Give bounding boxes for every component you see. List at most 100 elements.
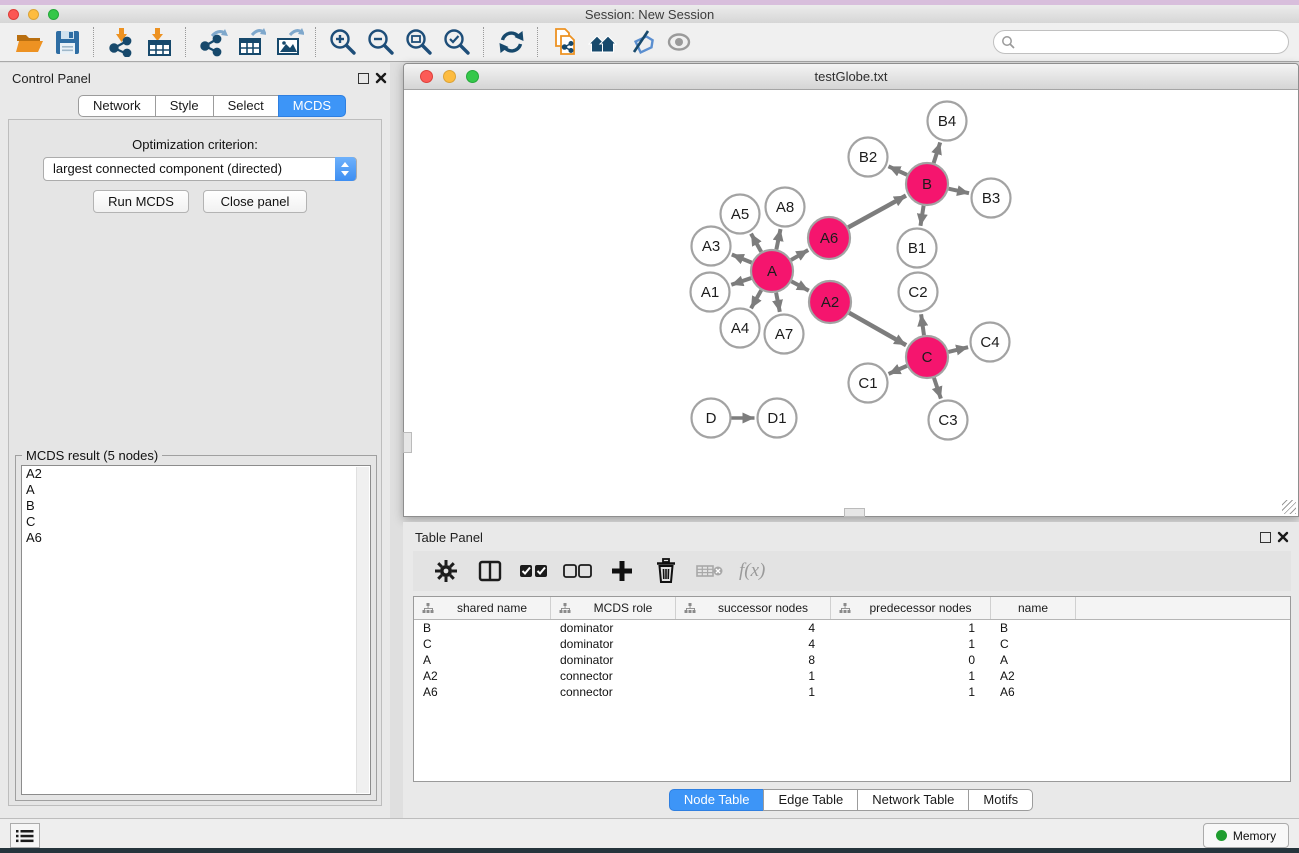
table-row[interactable]: Adominator80A [414, 652, 1290, 668]
graph-node-B4[interactable]: B4 [928, 102, 967, 141]
insert-column-icon[interactable] [475, 556, 505, 586]
graph-edge-A-A7[interactable] [776, 293, 780, 312]
eye-icon[interactable] [660, 25, 698, 59]
list-scrollbar-track[interactable] [356, 467, 369, 793]
close-panel-button[interactable]: Close panel [203, 190, 307, 213]
add-row-icon[interactable] [607, 556, 637, 586]
graph-node-B2[interactable]: B2 [849, 138, 888, 177]
export-network-icon[interactable] [194, 25, 232, 59]
table-row[interactable]: A6connector11A6 [414, 684, 1290, 700]
search-input[interactable] [993, 30, 1289, 54]
graph-node-A[interactable]: A [751, 250, 793, 292]
mcds-result-list[interactable]: A2ABCA6 [21, 465, 371, 795]
graph-edge-A-A6[interactable] [791, 250, 808, 260]
zoom-fit-icon[interactable] [400, 25, 438, 59]
export-image-icon[interactable] [270, 25, 308, 59]
delete-row-trash-icon[interactable] [651, 556, 681, 586]
graph-edge-A2-C[interactable] [849, 313, 906, 345]
mcds-result-item[interactable]: A2 [22, 466, 370, 482]
mcds-result-item[interactable]: B [22, 498, 370, 514]
graph-edge-A6-B[interactable] [848, 196, 906, 228]
graph-node-A7[interactable]: A7 [765, 315, 804, 354]
graph-edge-A-A2[interactable] [791, 281, 808, 290]
column-header-predecessor-nodes[interactable]: predecessor nodes [831, 597, 991, 619]
import-network-icon[interactable] [102, 25, 140, 59]
run-mcds-button[interactable]: Run MCDS [93, 190, 189, 213]
close-panel-icon[interactable] [375, 71, 387, 83]
window-bottom-grip[interactable] [844, 508, 865, 517]
graph-edge-A-A5[interactable] [751, 234, 761, 252]
table-row[interactable]: Bdominator41B [414, 620, 1290, 636]
graph-node-A2[interactable]: A2 [809, 281, 851, 323]
graph-node-B1[interactable]: B1 [898, 229, 937, 268]
mcds-result-item[interactable]: C [22, 514, 370, 530]
graph-edge-B-B3[interactable] [948, 189, 969, 193]
mcds-result-item[interactable]: A [22, 482, 370, 498]
column-header-name[interactable]: name [991, 597, 1076, 619]
criterion-dropdown[interactable]: largest connected component (directed) [43, 157, 357, 181]
graph-node-B[interactable]: B [906, 163, 948, 205]
memory-button[interactable]: Memory [1203, 823, 1289, 848]
graph-node-C[interactable]: C [906, 336, 948, 378]
zoom-in-icon[interactable] [324, 25, 362, 59]
task-history-button[interactable] [10, 823, 40, 848]
network-window-titlebar[interactable]: testGlobe.txt [404, 64, 1298, 90]
graph-edge-C-C3[interactable] [934, 378, 941, 399]
zoom-out-icon[interactable] [362, 25, 400, 59]
import-table-icon[interactable] [140, 25, 178, 59]
network-graph-canvas[interactable]: B4B2BB3A8A5A6A3B1AA1C2A2A4A7C4CC1C3DD1 [404, 89, 1298, 516]
hide-graphics-details-icon[interactable] [622, 25, 660, 59]
window-left-grip[interactable] [403, 432, 412, 453]
float-panel-icon[interactable] [1260, 532, 1271, 543]
tab-motifs[interactable]: Motifs [968, 789, 1033, 811]
graph-node-C1[interactable]: C1 [849, 364, 888, 403]
open-file-icon[interactable] [10, 25, 48, 59]
graph-node-C3[interactable]: C3 [929, 401, 968, 440]
graph-node-A8[interactable]: A8 [766, 188, 805, 227]
table-settings-gear-icon[interactable] [431, 556, 461, 586]
graph-node-C4[interactable]: C4 [971, 323, 1010, 362]
export-table-icon[interactable] [232, 25, 270, 59]
table-row[interactable]: Cdominator41C [414, 636, 1290, 652]
graph-node-D1[interactable]: D1 [758, 399, 797, 438]
graph-node-A5[interactable]: A5 [721, 195, 760, 234]
column-header-MCDS-role[interactable]: MCDS role [551, 597, 676, 619]
graph-edge-C-C4[interactable] [948, 347, 968, 352]
save-session-icon[interactable] [48, 25, 86, 59]
tab-mcds[interactable]: MCDS [278, 95, 346, 117]
window-resize-grip[interactable] [1282, 500, 1296, 514]
graph-edge-B-B4[interactable] [934, 142, 941, 163]
mcds-result-item[interactable]: A6 [22, 530, 370, 546]
graph-edge-A-A4[interactable] [751, 290, 761, 308]
graph-edge-A-A3[interactable] [732, 255, 752, 263]
column-header-shared-name[interactable]: shared name [414, 597, 551, 619]
graph-node-D[interactable]: D [692, 399, 731, 438]
tab-network-table[interactable]: Network Table [857, 789, 969, 811]
graph-edge-C-C2[interactable] [921, 314, 924, 335]
deselect-all-icon[interactable] [563, 556, 593, 586]
tab-node-table[interactable]: Node Table [669, 789, 765, 811]
refresh-icon[interactable] [492, 25, 530, 59]
graph-node-A3[interactable]: A3 [692, 227, 731, 266]
tab-network[interactable]: Network [78, 95, 156, 117]
zoom-selected-icon[interactable] [438, 25, 476, 59]
close-panel-icon[interactable] [1277, 530, 1289, 542]
tab-style[interactable]: Style [155, 95, 214, 117]
graph-edge-A-A1[interactable] [731, 278, 751, 285]
home-icon[interactable] [584, 25, 622, 59]
select-all-icon[interactable] [519, 556, 549, 586]
graph-edge-C-C1[interactable] [889, 366, 907, 374]
tab-edge-table[interactable]: Edge Table [763, 789, 858, 811]
graph-node-A4[interactable]: A4 [721, 309, 760, 348]
float-panel-icon[interactable] [358, 73, 369, 84]
graph-node-C2[interactable]: C2 [899, 273, 938, 312]
tab-select[interactable]: Select [213, 95, 279, 117]
column-header-successor-nodes[interactable]: successor nodes [676, 597, 831, 619]
graph-node-A6[interactable]: A6 [808, 217, 850, 259]
duplicate-network-icon[interactable] [546, 25, 584, 59]
graph-edge-B-B2[interactable] [888, 166, 907, 174]
graph-node-B3[interactable]: B3 [972, 179, 1011, 218]
graph-edge-B-B1[interactable] [920, 206, 923, 226]
graph-edge-A-A8[interactable] [776, 229, 780, 249]
table-row[interactable]: A2connector11A2 [414, 668, 1290, 684]
